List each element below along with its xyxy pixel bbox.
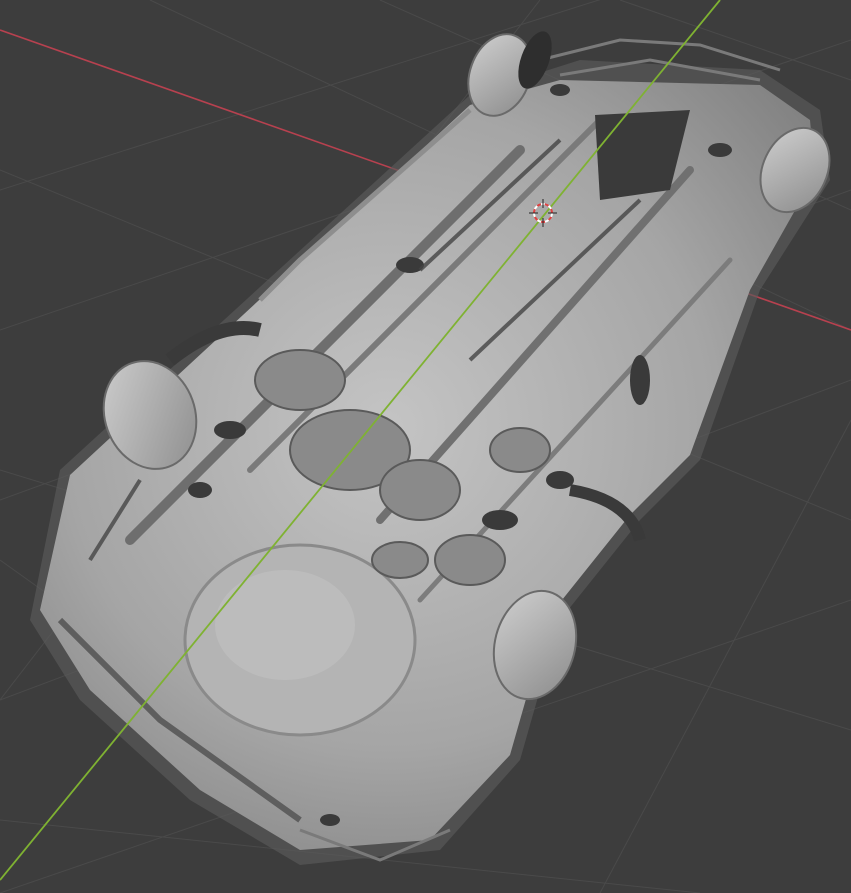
viewport-canvas[interactable] — [0, 0, 851, 893]
3d-viewport[interactable] — [0, 0, 851, 893]
